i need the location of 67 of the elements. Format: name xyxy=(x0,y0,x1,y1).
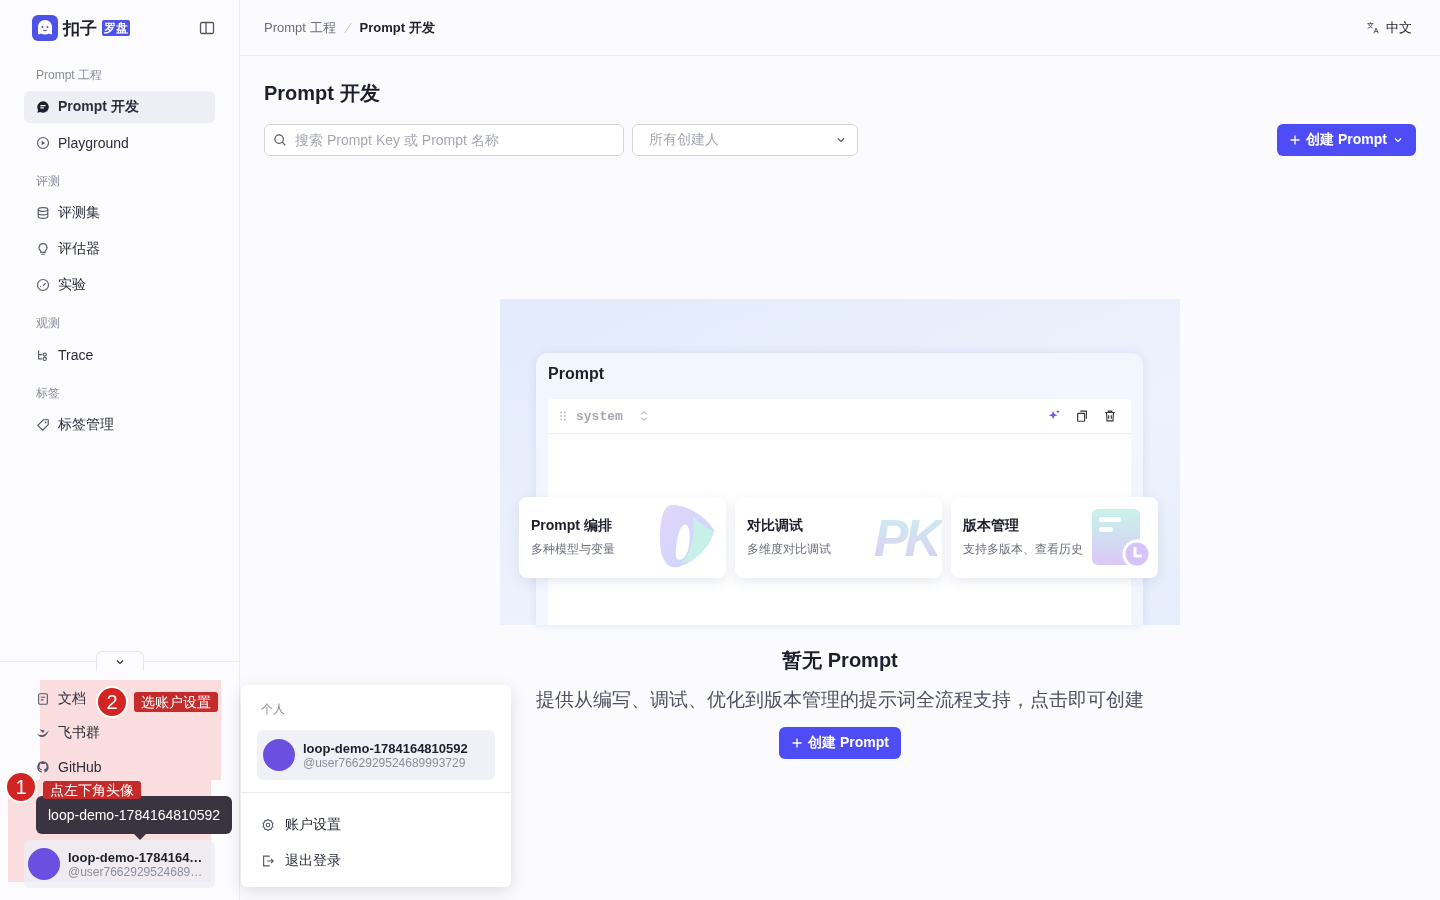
tooltip: loop-demo-1784164810592 xyxy=(36,796,233,834)
breadcrumb-item: Prompt 开发 xyxy=(359,18,435,37)
step-number-marker: 1 xyxy=(5,771,37,803)
user-handle: @user7662929524689… xyxy=(68,864,203,879)
tooltip-arrow-icon xyxy=(134,834,146,840)
breadcrumb-item[interactable]: Prompt 工程 xyxy=(264,18,336,37)
search-icon xyxy=(273,133,287,147)
menu-section-title: 个人 xyxy=(260,701,286,718)
user-name: loop-demo-1784164810592 xyxy=(303,740,468,756)
role-label: system xyxy=(576,408,623,424)
nav-item[interactable]: 标签管理 xyxy=(24,409,215,441)
logo-badge: 罗盘 xyxy=(102,20,130,36)
github-icon xyxy=(36,760,50,774)
translate-icon[interactable] xyxy=(1366,20,1380,35)
nav-group-title: Prompt 工程 xyxy=(35,67,103,83)
avatar xyxy=(28,848,60,880)
nav-group-title: 观测 xyxy=(35,315,61,331)
tree-icon xyxy=(36,348,50,362)
sidebar-toggle-icon[interactable] xyxy=(199,20,215,36)
database-icon xyxy=(36,206,50,220)
logo-text: 扣子 xyxy=(63,17,97,40)
menu-item[interactable]: 账户设置 xyxy=(257,807,495,843)
feature-subtitle: 多种模型与变量 xyxy=(531,541,615,558)
annotation-label: 点左下角头像 xyxy=(43,781,141,799)
nav-item[interactable]: 实验 xyxy=(24,269,215,301)
language-link[interactable]: 中文 xyxy=(1386,18,1412,37)
user-name: loop-demo-1784164… xyxy=(68,849,203,865)
breadcrumb-separator-icon xyxy=(343,21,352,34)
nav-group-title: 评测 xyxy=(35,173,61,189)
prompt-card-title: Prompt xyxy=(547,364,605,383)
feature-title: Prompt 编排 xyxy=(531,517,613,535)
nav-item[interactable]: 评测集 xyxy=(24,197,215,229)
empty-state-description: 提供从编写、调试、优化到版本管理的提示词全流程支持，点击即可创建 xyxy=(536,688,1144,712)
gauge-icon xyxy=(36,278,50,292)
search-field[interactable]: 搜索 Prompt Key 或 Prompt 名称 xyxy=(264,124,624,156)
step-number-marker: 2 xyxy=(96,686,128,718)
user-handle: @user7662929524689993729 xyxy=(303,755,466,770)
feature-title: 对比调试 xyxy=(747,517,804,535)
menu-item[interactable]: 退出登录 xyxy=(257,843,495,879)
settings-icon xyxy=(261,818,275,832)
empty-state-title: 暂无 Prompt xyxy=(782,648,898,673)
tag-icon xyxy=(36,418,50,432)
page-title: Prompt 开发 xyxy=(264,81,381,106)
chat-bubble-icon xyxy=(36,100,50,114)
nav-group-title: 标签 xyxy=(35,385,61,401)
user-card[interactable]: loop-demo-1784164… @user7662929524689… xyxy=(24,840,215,888)
feature-subtitle: 支持多版本、查看历史 xyxy=(963,541,1083,558)
plus-icon xyxy=(1289,134,1302,146)
footer-link[interactable]: 飞书群 xyxy=(24,716,215,750)
nav-item[interactable]: Prompt 开发 xyxy=(24,91,215,123)
copy-icon xyxy=(1075,409,1089,423)
plus-icon xyxy=(791,737,804,749)
avatar xyxy=(263,739,295,771)
create-prompt-button[interactable]: 创建 Prompt xyxy=(1277,124,1416,156)
logout-icon xyxy=(261,854,275,868)
play-circle-icon xyxy=(36,136,50,150)
nav-item[interactable]: Trace xyxy=(24,339,215,371)
create-prompt-button[interactable]: 创建 Prompt xyxy=(779,727,901,759)
trash-icon xyxy=(1103,409,1117,423)
nav-item[interactable]: Playground xyxy=(24,127,215,159)
mascot-logo-icon xyxy=(32,15,58,41)
feature-title: 版本管理 xyxy=(963,517,1020,535)
feature-subtitle: 多维度对比调试 xyxy=(747,541,831,558)
annotation-label: 选账户设置 xyxy=(134,692,218,712)
nav-item[interactable]: 评估器 xyxy=(24,233,215,265)
document-icon xyxy=(36,692,50,706)
lightbulb-icon xyxy=(36,242,50,256)
